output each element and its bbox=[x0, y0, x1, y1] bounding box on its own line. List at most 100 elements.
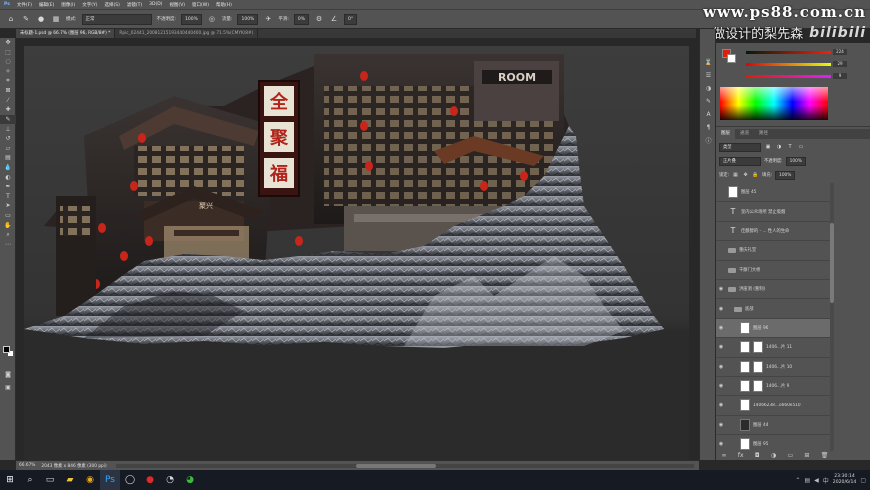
layer-row[interactable]: ◉ 图层 44 bbox=[716, 416, 830, 436]
tray-up-icon[interactable]: ⌃ bbox=[795, 477, 800, 484]
photoshop-taskbar-icon[interactable]: Ps bbox=[100, 470, 120, 490]
shape-tool-icon[interactable]: ▭ bbox=[0, 211, 16, 221]
filter-shape-icon[interactable]: ▭ bbox=[797, 142, 805, 152]
adjustments-panel-icon[interactable]: ◑ bbox=[700, 82, 717, 95]
tab-paths[interactable]: 路径 bbox=[754, 129, 773, 139]
menu-type[interactable]: 文字(Y) bbox=[82, 2, 97, 8]
dodge-tool-icon[interactable]: ◐ bbox=[0, 172, 16, 182]
visibility-eye-icon[interactable]: ◉ bbox=[716, 420, 726, 430]
tab-layers[interactable]: 图层 bbox=[716, 129, 735, 139]
pressure-opacity-icon[interactable]: ◎ bbox=[207, 14, 217, 24]
layer-row[interactable]: ◉ 14066238...o660e510 bbox=[716, 396, 830, 416]
properties-panel-icon[interactable]: ☰ bbox=[700, 69, 717, 82]
layer-opacity-input[interactable]: 100% bbox=[785, 156, 806, 166]
horizontal-scrollbar[interactable] bbox=[116, 464, 694, 468]
color-spectrum[interactable] bbox=[720, 87, 828, 120]
brush-settings-icon[interactable]: ▦ bbox=[51, 14, 61, 24]
red-slider[interactable] bbox=[746, 51, 831, 54]
menu-window[interactable]: 窗口(W) bbox=[192, 2, 209, 8]
wechat-icon[interactable]: ◕ bbox=[180, 470, 200, 490]
layer-row[interactable]: ◉ 图层 96 bbox=[716, 318, 830, 339]
volume-icon[interactable]: ◀ bbox=[814, 477, 819, 484]
layer-mask-thumbnail[interactable] bbox=[753, 360, 763, 373]
hand-tool-icon[interactable]: ✋ bbox=[0, 220, 16, 230]
layer-row[interactable]: 图层 45 bbox=[716, 183, 830, 203]
quick-select-tool-icon[interactable]: ✧ bbox=[0, 67, 16, 77]
home-icon[interactable]: ⌂ bbox=[6, 14, 16, 24]
network-icon[interactable]: ▤ bbox=[804, 477, 810, 484]
app-icon-clock[interactable]: ◔ bbox=[160, 470, 180, 490]
brush-tool-icon[interactable]: ✎ bbox=[21, 14, 31, 24]
delete-layer-icon[interactable]: 🗑 bbox=[821, 452, 829, 459]
visibility-eye-icon[interactable]: ◉ bbox=[716, 284, 726, 294]
smooth-settings-icon[interactable]: ⚙ bbox=[314, 14, 324, 24]
chrome-icon[interactable]: ◉ bbox=[80, 470, 100, 490]
ps-logo-icon[interactable]: Ps bbox=[4, 2, 10, 7]
windows-start-icon[interactable]: ⊞ bbox=[0, 470, 20, 490]
layer-list-scroll-thumb[interactable] bbox=[830, 223, 834, 303]
status-zoom[interactable]: 66.67% bbox=[19, 463, 35, 468]
layer-row[interactable]: 重庆礼堂 bbox=[716, 241, 830, 261]
netease-music-icon[interactable]: ● bbox=[140, 470, 160, 490]
visibility-eye-icon[interactable] bbox=[716, 187, 726, 197]
filter-type-icon[interactable]: T bbox=[786, 142, 794, 152]
visibility-eye-icon[interactable]: ◉ bbox=[716, 400, 726, 410]
visibility-eye-icon[interactable]: ◉ bbox=[716, 323, 726, 333]
visibility-eye-icon[interactable]: ◉ bbox=[716, 439, 726, 449]
brush-tool-icon-left[interactable]: ✎ bbox=[0, 114, 16, 125]
lock-pixels-icon[interactable]: ▦ bbox=[732, 170, 739, 180]
layer-row[interactable]: ◉ 1406...片 11 bbox=[716, 338, 830, 358]
path-select-icon[interactable]: ➤ bbox=[0, 201, 16, 211]
filter-adjust-icon[interactable]: ◑ bbox=[775, 142, 783, 152]
foreground-background-swatch[interactable] bbox=[3, 346, 15, 358]
healing-tool-icon[interactable]: ✚ bbox=[0, 105, 16, 115]
menu-view[interactable]: 视图(V) bbox=[169, 2, 185, 8]
link-layers-icon[interactable]: ∞ bbox=[722, 452, 727, 459]
tab-channels[interactable]: 通道 bbox=[735, 129, 754, 139]
green-slider[interactable] bbox=[746, 63, 831, 66]
zoom-tool-icon[interactable]: ⌕ bbox=[0, 230, 16, 240]
menu-file[interactable]: 文件(F) bbox=[17, 2, 32, 8]
foreground-color-swatch[interactable] bbox=[3, 346, 10, 353]
visibility-eye-icon[interactable] bbox=[716, 226, 726, 236]
visibility-eye-icon[interactable] bbox=[716, 265, 726, 275]
blur-tool-icon[interactable]: 💧 bbox=[0, 163, 16, 173]
paragraph-panel-icon[interactable]: ¶ bbox=[700, 121, 717, 134]
brush-size-icon[interactable]: ● bbox=[36, 14, 46, 24]
info-panel-icon[interactable]: ⓘ bbox=[700, 134, 717, 147]
status-doc-size[interactable]: 2043 像素 x 846 像素 (300 ppi) bbox=[41, 463, 106, 469]
layer-mask-thumbnail[interactable] bbox=[753, 380, 763, 393]
blue-slider[interactable] bbox=[746, 75, 831, 78]
visibility-eye-icon[interactable]: ◉ bbox=[716, 304, 726, 314]
flow-input[interactable]: 100% bbox=[237, 13, 259, 25]
menu-3d[interactable]: 3D(D) bbox=[149, 2, 162, 7]
brush-panel-icon[interactable]: ✎ bbox=[700, 95, 717, 108]
lock-all-icon[interactable]: 🔒 bbox=[752, 170, 759, 180]
blend-mode-select[interactable]: 正片叠 bbox=[719, 156, 761, 166]
search-icon[interactable]: ⌕ bbox=[20, 470, 40, 490]
blue-value[interactable]: 9 bbox=[833, 73, 847, 79]
gradient-tool-icon[interactable]: ▤ bbox=[0, 153, 16, 163]
layer-style-icon[interactable]: fx bbox=[738, 452, 744, 459]
visibility-eye-icon[interactable] bbox=[716, 245, 726, 255]
filter-pixel-icon[interactable]: ▣ bbox=[764, 142, 772, 152]
layer-row[interactable]: T 室内公众场所 禁止吸烟 bbox=[716, 202, 830, 222]
stamp-tool-icon[interactable]: ⊥ bbox=[0, 124, 16, 134]
app-icon-circle[interactable]: ◯ bbox=[120, 470, 140, 490]
mode-select[interactable]: 正常 bbox=[81, 13, 152, 25]
notification-icon[interactable]: ▢ bbox=[860, 477, 866, 484]
layer-mask-thumbnail[interactable] bbox=[753, 341, 763, 354]
more-tools-icon[interactable]: ⋯ bbox=[0, 239, 16, 249]
history-brush-icon[interactable]: ↺ bbox=[0, 134, 16, 144]
marquee-tool-icon[interactable]: ⬚ bbox=[0, 48, 16, 58]
task-view-icon[interactable]: ▭ bbox=[40, 470, 60, 490]
layer-row[interactable]: ◉ 底部 bbox=[716, 299, 830, 319]
doc-tab-active[interactable]: 未标题-1.psd @ 66.7% (图层 96, RGB/8#) * bbox=[16, 29, 116, 38]
airbrush-icon[interactable]: ✈ bbox=[263, 14, 273, 24]
menu-image[interactable]: 图像(I) bbox=[61, 2, 75, 8]
layer-row[interactable]: T 佳酿醇的 - ... 性人的生命 bbox=[716, 222, 830, 242]
history-panel-icon[interactable]: ⌛ bbox=[700, 56, 717, 69]
new-group-icon[interactable]: ▭ bbox=[787, 452, 793, 459]
visibility-eye-icon[interactable]: ◉ bbox=[716, 381, 726, 391]
file-explorer-icon[interactable]: ▰ bbox=[60, 470, 80, 490]
